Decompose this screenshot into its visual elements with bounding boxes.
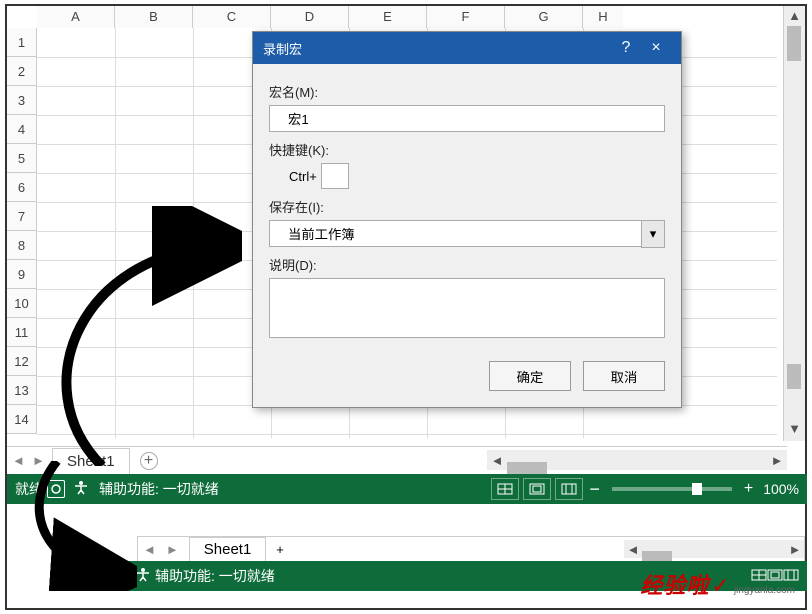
sheet-tab[interactable]: Sheet1 <box>52 448 130 474</box>
dialog-close-button[interactable]: × <box>641 39 671 57</box>
col-C[interactable]: C <box>193 6 271 28</box>
dialog-title: 录制宏 <box>263 39 302 58</box>
col-G[interactable]: G <box>505 6 583 28</box>
horizontal-scrollbar[interactable]: ◄ ► <box>487 450 787 470</box>
description-input[interactable] <box>269 278 665 338</box>
sheet-tab-bar: ◄ ► Sheet1 + ◄ ► <box>7 446 787 474</box>
view-page-break-icon[interactable] <box>555 478 583 500</box>
save-in-label: 保存在(I): <box>269 197 665 216</box>
row-11[interactable]: 11 <box>7 318 37 347</box>
col-E[interactable]: E <box>349 6 427 28</box>
dialog-help-button[interactable]: ? <box>611 39 641 57</box>
macro-name-input[interactable] <box>269 105 665 132</box>
sheet-tab-2[interactable]: Sheet1 <box>189 537 267 562</box>
sheet-tab-bar-2: ◄ ► Sheet1 + ◄ ► <box>137 536 805 562</box>
watermark: 经验啦 ✓ jingyanla.com <box>640 568 795 600</box>
row-13[interactable]: 13 <box>7 376 37 405</box>
scroll-down-icon[interactable]: ▼ <box>784 419 805 439</box>
zoom-in-button[interactable]: + <box>744 480 753 498</box>
view-page-layout-icon[interactable] <box>523 478 551 500</box>
description-label: 说明(D): <box>269 255 665 274</box>
row-2[interactable]: 2 <box>7 57 37 86</box>
zoom-slider[interactable] <box>612 487 732 491</box>
save-in-select[interactable] <box>269 220 665 247</box>
row-8[interactable]: 8 <box>7 231 37 260</box>
ctrl-prefix: Ctrl+ <box>289 169 317 184</box>
macro-name-label: 宏名(M): <box>269 82 665 101</box>
zoom-value[interactable]: 100% <box>763 481 799 497</box>
tab-nav-prev-icon-2[interactable]: ◄ <box>138 542 161 557</box>
watermark-check-icon: ✓ <box>711 573 729 599</box>
horizontal-scrollbar-2[interactable]: ◄ ► <box>624 540 804 558</box>
ok-button[interactable]: 确定 <box>489 361 571 391</box>
row-5[interactable]: 5 <box>7 144 37 173</box>
row-3[interactable]: 3 <box>7 86 37 115</box>
hscroll-left-icon[interactable]: ◄ <box>487 453 507 468</box>
shortcut-key-input[interactable] <box>321 163 349 189</box>
scroll-thumb[interactable] <box>787 26 801 61</box>
status-bar: 就绪 辅助功能: 一切就绪 − + 100% <box>7 474 807 504</box>
watermark-text: 经验啦 <box>640 568 709 600</box>
tab-nav-next-icon[interactable]: ► <box>27 453 47 468</box>
col-A[interactable]: A <box>37 6 115 28</box>
view-normal-icon[interactable] <box>491 478 519 500</box>
accessibility-label-2: 辅助功能: 一切就绪 <box>155 566 275 586</box>
column-headers: A B C D E F G H <box>37 6 623 28</box>
scroll-track[interactable] <box>784 26 805 419</box>
status-ready: 就绪 <box>15 479 43 499</box>
watermark-url: jingyanla.com <box>734 585 795 596</box>
tab-nav-prev-icon[interactable]: ◄ <box>7 453 27 468</box>
add-sheet-button[interactable]: + <box>140 452 158 470</box>
zoom-knob[interactable] <box>692 483 702 495</box>
col-B[interactable]: B <box>115 6 193 28</box>
accessibility-icon-2[interactable] <box>135 567 151 586</box>
accessibility-icon[interactable] <box>73 480 89 499</box>
hscroll-right-icon[interactable]: ► <box>767 453 787 468</box>
row-6[interactable]: 6 <box>7 173 37 202</box>
add-sheet-button-2[interactable]: + <box>276 542 284 557</box>
scroll-thumb-2[interactable] <box>787 364 801 389</box>
row-4[interactable]: 4 <box>7 115 37 144</box>
cancel-button[interactable]: 取消 <box>583 361 665 391</box>
row-9[interactable]: 9 <box>7 260 37 289</box>
dialog-titlebar[interactable]: 录制宏 ? × <box>253 32 681 64</box>
scroll-up-icon[interactable]: ▲ <box>784 6 805 26</box>
zoom-out-button[interactable]: − <box>589 479 600 500</box>
record-macro-icon[interactable] <box>47 480 65 498</box>
vertical-scrollbar[interactable]: ▲ ▼ <box>783 6 805 441</box>
row-14[interactable]: 14 <box>7 405 37 434</box>
col-F[interactable]: F <box>427 6 505 28</box>
row-1[interactable]: 1 <box>7 28 37 57</box>
dropdown-caret-icon[interactable]: ▾ <box>641 220 665 248</box>
record-macro-dialog: 录制宏 ? × 宏名(M): 快捷键(K): Ctrl+ 保存在(I): ▾ 说… <box>252 31 682 408</box>
row-10[interactable]: 10 <box>7 289 37 318</box>
row-12[interactable]: 12 <box>7 347 37 376</box>
accessibility-label: 辅助功能: 一切就绪 <box>99 479 219 499</box>
tab-nav-next-icon-2[interactable]: ► <box>161 542 184 557</box>
row-7[interactable]: 7 <box>7 202 37 231</box>
shortcut-label: 快捷键(K): <box>269 140 665 159</box>
col-D[interactable]: D <box>271 6 349 28</box>
row-headers: 1 2 3 4 5 6 7 8 9 10 11 12 13 14 <box>7 28 37 434</box>
col-H[interactable]: H <box>583 6 623 28</box>
stop-recording-icon[interactable] <box>109 568 125 584</box>
